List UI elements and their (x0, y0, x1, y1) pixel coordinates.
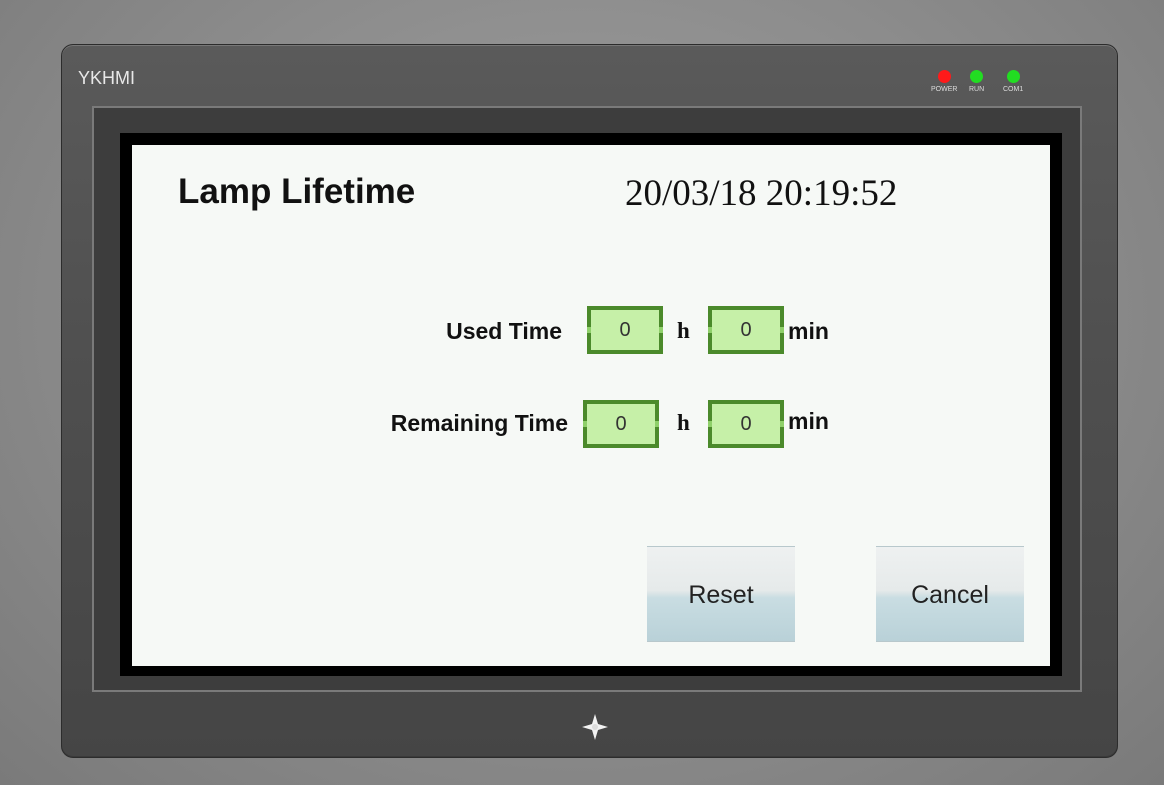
remaining-time-hours-field[interactable]: 0 (583, 400, 659, 448)
status-leds: POWER RUN COM1 (931, 70, 1041, 102)
used-time-minutes-unit: min (788, 318, 829, 344)
used-time-hours-unit: h (677, 318, 690, 343)
used-time-hours-field[interactable]: 0 (587, 306, 663, 354)
led-com1: COM1 (1003, 70, 1023, 93)
page-title: Lamp Lifetime (178, 172, 416, 211)
com1-led-icon (1006, 70, 1020, 83)
used-time-minutes-field[interactable]: 0 (708, 306, 784, 354)
brand-logo: YKHMI (78, 68, 136, 88)
led-label-com1: COM1 (1003, 86, 1024, 93)
used-time-label: Used Time (446, 318, 562, 344)
reset-button[interactable]: Reset (647, 546, 795, 642)
led-label-power: POWER (931, 86, 958, 93)
led-run: RUN (969, 70, 984, 93)
datetime-display: 20/03/18 20:19:52 (625, 173, 898, 214)
remaining-time-hours-unit: h (677, 410, 690, 435)
run-led-icon (970, 70, 984, 83)
led-label-run: RUN (969, 86, 985, 93)
remaining-time-label: Remaining Time (390, 410, 568, 436)
four-point-star-icon[interactable] (580, 712, 610, 742)
remaining-time-minutes-field[interactable]: 0 (708, 400, 784, 448)
power-led-icon (937, 70, 951, 83)
led-power: POWER (931, 70, 957, 93)
remaining-time-minutes-unit: min (788, 408, 829, 434)
cancel-button[interactable]: Cancel (876, 546, 1024, 642)
